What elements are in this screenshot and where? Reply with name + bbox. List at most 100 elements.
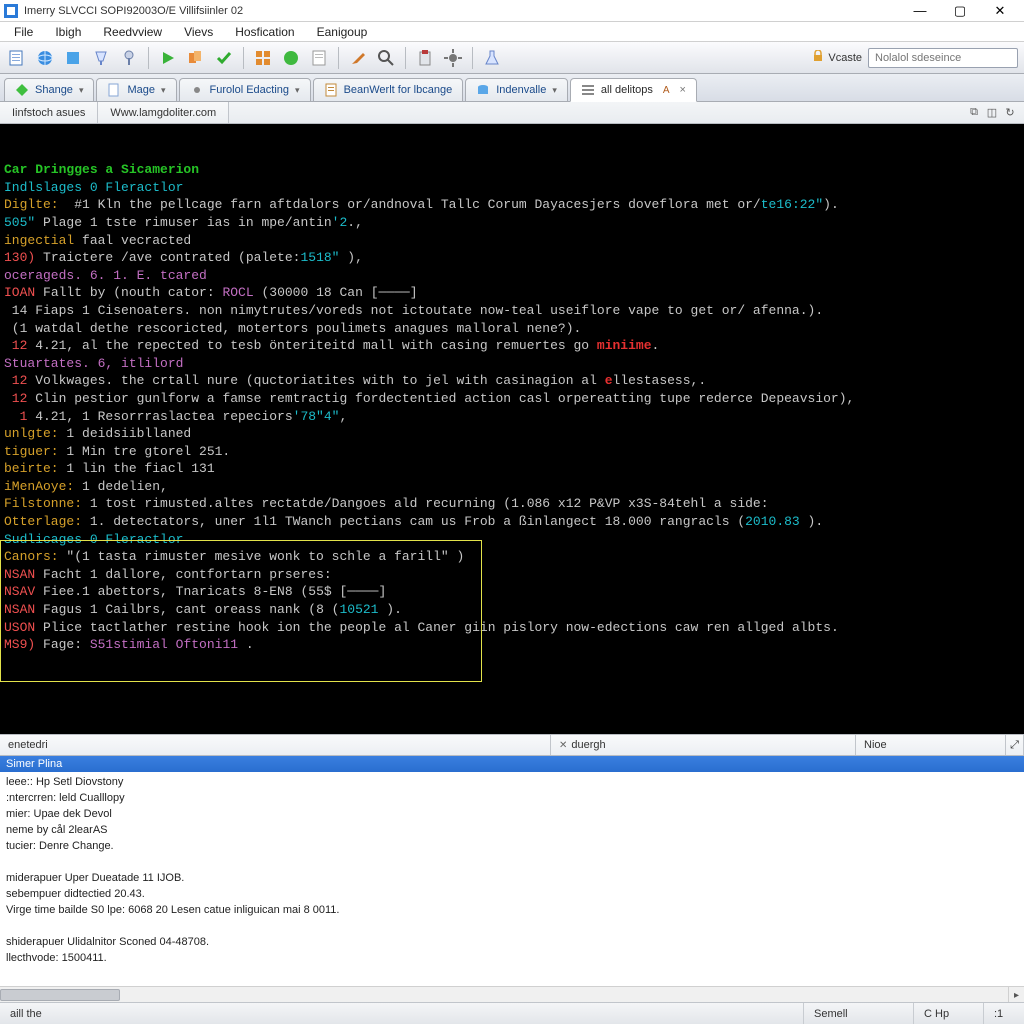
glass-icon[interactable] xyxy=(90,47,112,69)
chevron-down-icon: ▾ xyxy=(552,85,557,96)
tool-blue-icon[interactable] xyxy=(62,47,84,69)
popout-icon[interactable]: ◫ xyxy=(986,107,998,119)
close-button[interactable]: ✕ xyxy=(980,1,1020,21)
terminal-line: 505" Plage 1 tste rimuser ias in mpe/ant… xyxy=(4,214,1020,232)
tab-close-icon[interactable]: × xyxy=(676,84,686,96)
terminal-line: unlgte: 1 deidsiibllaned xyxy=(4,425,1020,443)
globe-icon[interactable] xyxy=(34,47,56,69)
subtab-url[interactable]: Www.lamgdoliter.com xyxy=(98,102,229,123)
doc-icon xyxy=(107,83,121,97)
list-icon xyxy=(581,83,595,97)
tab-mage[interactable]: Mage ▾ xyxy=(96,78,176,102)
subtab-info[interactable]: Iinfstoch asues xyxy=(0,102,98,123)
tab-beanwerlt[interactable]: BeanWerlt for lbcange xyxy=(313,78,464,102)
sub-tab-strip: Iinfstoch asues Www.lamgdoliter.com ⧉ ◫ … xyxy=(0,102,1024,124)
terminal-pane[interactable]: Car Dringges a SicamerionIndlslages 0 Fl… xyxy=(0,124,1024,734)
reload-icon[interactable]: ↻ xyxy=(1004,107,1016,119)
terminal-line: 1 4.21, 1 Resorrraslactea repeciors'78"4… xyxy=(4,408,1020,426)
output-panel-header[interactable]: Simer Plina xyxy=(0,756,1024,772)
tab-shange[interactable]: Shange ▾ xyxy=(4,78,94,102)
output-line: sebempuer didtectied 20.43. xyxy=(6,886,1018,902)
menu-file[interactable]: File xyxy=(4,23,43,41)
menu-host[interactable]: Hosfication xyxy=(225,23,304,41)
output-line: tucier: Denre Change. xyxy=(6,838,1018,854)
diamond-icon xyxy=(15,83,29,97)
menu-group[interactable]: Eanigoup xyxy=(307,23,378,41)
output-line: shiderapuer Ulidalnitor Sconed 04-48708. xyxy=(6,934,1018,950)
file-icon[interactable] xyxy=(6,47,28,69)
clipboard-icon[interactable] xyxy=(414,47,436,69)
grid-icon[interactable] xyxy=(252,47,274,69)
split-mid[interactable]: ✕ duergh xyxy=(551,735,856,755)
window-title: Imerry SLVCCI SOPI92003O/E Villifsiinler… xyxy=(24,5,900,17)
vcaste-label: Vcaste xyxy=(812,50,862,65)
terminal-line: 12 4.21, al the repected to tesb önterit… xyxy=(4,337,1020,355)
tab-indenvalle[interactable]: Indenvalle ▾ xyxy=(465,78,568,102)
terminal-line: Sudlicages 0 Fleractlor xyxy=(4,531,1020,549)
status-left: aill the xyxy=(0,1003,804,1024)
terminal-line: MS9) Fage: S51stimial Oftoni11 . xyxy=(4,636,1020,654)
terminal-line: 12 Volkwages. the crtall nure (quctoriat… xyxy=(4,372,1020,390)
terminal-line: Stuartates. 6, itlilord xyxy=(4,355,1020,373)
pen-icon[interactable] xyxy=(347,47,369,69)
db-icon xyxy=(476,83,490,97)
tab-badge: A xyxy=(659,85,670,96)
scrollbar-arrow-right[interactable]: ▸ xyxy=(1008,987,1024,1002)
leaf-icon[interactable] xyxy=(280,47,302,69)
terminal-line: 130) Traictere /ave contrated (palete:15… xyxy=(4,249,1020,267)
pin-icon[interactable] xyxy=(118,47,140,69)
menu-views[interactable]: Vievs xyxy=(174,23,223,41)
play-icon[interactable] xyxy=(157,47,179,69)
vcaste-text: Vcaste xyxy=(828,52,862,64)
output-line xyxy=(6,918,1018,934)
minimize-button[interactable]: — xyxy=(900,1,940,21)
output-line: Virge time bailde S0 lpe: 6068 20 Lesen … xyxy=(6,902,1018,918)
tab-furolol[interactable]: Furolol Edacting ▾ xyxy=(179,78,311,102)
output-line: neme by cål 2learAS xyxy=(6,822,1018,838)
status-bar: aill the Semell C Hp :1 xyxy=(0,1002,1024,1024)
output-line: leee:: Hp Setl Diovstony xyxy=(6,774,1018,790)
menu-ibigh[interactable]: Ibigh xyxy=(45,23,91,41)
terminal-line: Canors: "(1 tasta rimuster mesive wonk t… xyxy=(4,548,1020,566)
gear-icon[interactable] xyxy=(442,47,464,69)
output-line: miderapuer Uper Dueatade 11 IJOB. xyxy=(6,870,1018,886)
status-split-row: enetedri ✕ duergh Nioe ⤢ xyxy=(0,734,1024,756)
terminal-line: iMenAoye: 1 dedelien, xyxy=(4,478,1020,496)
output-line: mier: Upae dek Devol xyxy=(6,806,1018,822)
search-icon[interactable] xyxy=(375,47,397,69)
gear-icon xyxy=(190,83,204,97)
terminal-line: 12 Clin pestior gunlforw a famse remtrac… xyxy=(4,390,1020,408)
search-input[interactable] xyxy=(868,48,1018,68)
duplicate-icon[interactable]: ⧉ xyxy=(968,107,980,119)
chevron-down-icon: ▾ xyxy=(79,85,84,96)
flask-icon[interactable] xyxy=(481,47,503,69)
horizontal-scrollbar[interactable]: ▸ xyxy=(0,986,1024,1002)
terminal-line: ingectial faal vecracted xyxy=(4,232,1020,250)
tab-label: Indenvalle xyxy=(496,84,546,96)
split-left[interactable]: enetedri xyxy=(0,735,551,755)
tab-delitops[interactable]: all delitops A × xyxy=(570,78,697,102)
cards-icon[interactable] xyxy=(185,47,207,69)
page-icon xyxy=(324,83,338,97)
toolbar-separator xyxy=(148,47,149,69)
window-controls: — ▢ ✕ xyxy=(900,1,1020,21)
output-line xyxy=(6,854,1018,870)
tab-label: all delitops xyxy=(601,84,653,96)
note-icon[interactable] xyxy=(308,47,330,69)
output-line: llecthvode: 1500411. xyxy=(6,950,1018,966)
output-panel: Simer Plina leee:: Hp Setl Diovstony:nte… xyxy=(0,756,1024,1002)
menu-review[interactable]: Reedvview xyxy=(93,23,172,41)
tab-label: BeanWerlt for lbcange xyxy=(344,84,453,96)
maximize-button[interactable]: ▢ xyxy=(940,1,980,21)
scrollbar-thumb[interactable] xyxy=(0,989,120,1001)
split-right[interactable]: Nioe xyxy=(856,735,1006,755)
tab-label: Shange xyxy=(35,84,73,96)
tab-label: Mage xyxy=(127,84,155,96)
terminal-line: (1 watdal dethe rescoricted, motertors p… xyxy=(4,320,1020,338)
check-icon[interactable] xyxy=(213,47,235,69)
title-bar: Imerry SLVCCI SOPI92003O/E Villifsiinler… xyxy=(0,0,1024,22)
menu-bar: File Ibigh Reedvview Vievs Hosfication E… xyxy=(0,22,1024,42)
status-r2: :1 xyxy=(984,1003,1024,1024)
terminal-line: tiguer: 1 Min tre gtorel 251. xyxy=(4,443,1020,461)
split-expand-icon[interactable]: ⤢ xyxy=(1006,735,1024,755)
